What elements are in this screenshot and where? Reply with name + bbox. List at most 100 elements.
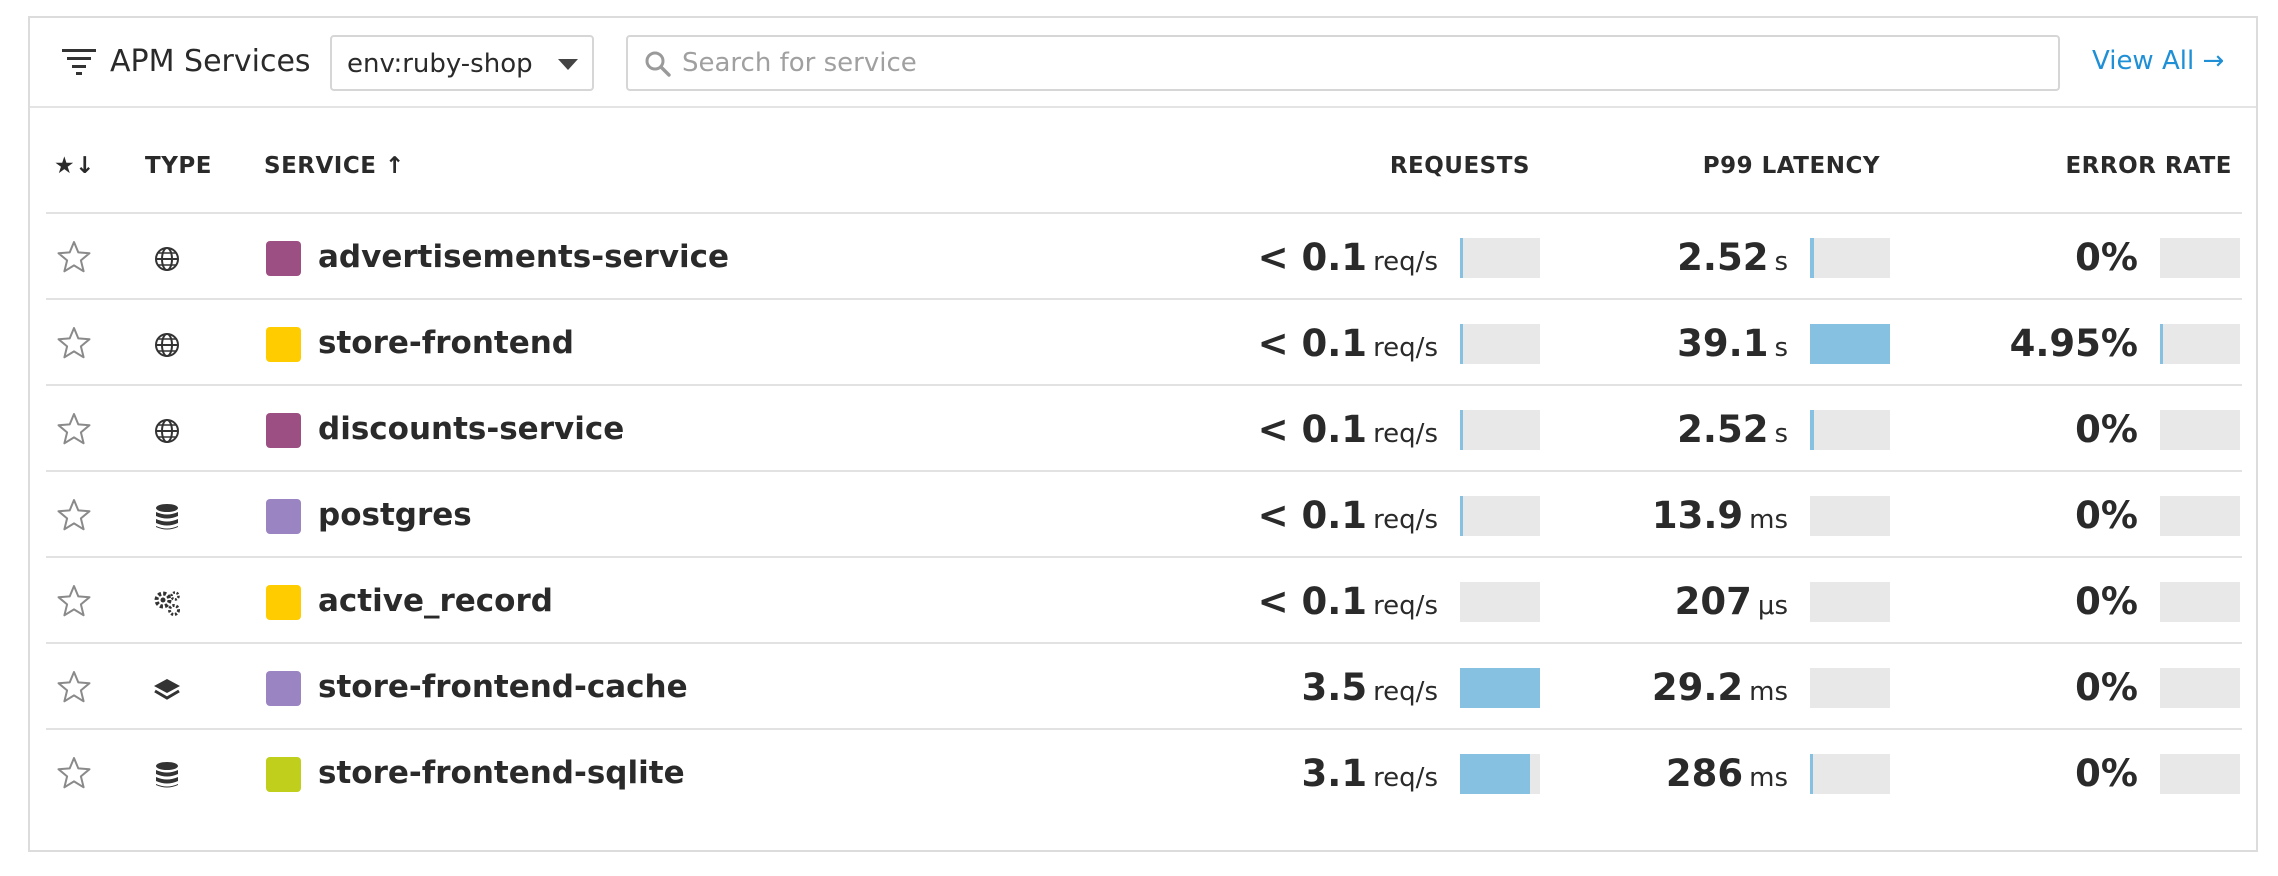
globe-icon <box>155 419 179 443</box>
globe-icon <box>155 333 179 357</box>
star-icon[interactable] <box>56 669 92 705</box>
service-row[interactable]: active_record < 0.1 req/s 207 μs 0% <box>46 558 2242 644</box>
latency-value: 29.2 ms <box>1652 666 1788 717</box>
service-table-body: advertisements-service < 0.1 req/s 2.52 s … <box>46 214 2242 816</box>
requests-header[interactable]: REQUESTS <box>1390 150 1530 182</box>
service-name[interactable]: postgres <box>318 496 472 534</box>
requests-unit: req/s <box>1373 419 1438 449</box>
requests-bar <box>1460 410 1540 450</box>
latency-number: 29.2 <box>1651 666 1744 709</box>
latency-unit: s <box>1774 247 1788 277</box>
service-row[interactable]: store-frontend < 0.1 req/s 39.1 s 4.95% <box>46 300 2242 386</box>
latency-value: 39.1 s <box>1677 322 1788 373</box>
service-name[interactable]: store-frontend-sqlite <box>318 754 685 792</box>
error-rate-bar <box>2160 582 2240 622</box>
requests-unit: req/s <box>1373 247 1438 277</box>
requests-bar <box>1460 582 1540 622</box>
requests-number: < 0.1 <box>1257 580 1368 623</box>
requests-number: 3.5 <box>1301 666 1368 709</box>
star-icon[interactable] <box>56 755 92 791</box>
search-input[interactable] <box>682 45 2022 81</box>
latency-bar <box>1810 410 1890 450</box>
error-rate-value: 0% <box>2075 236 2138 287</box>
error-rate-bar <box>2160 238 2240 278</box>
requests-number: < 0.1 <box>1257 236 1368 279</box>
service-search[interactable] <box>626 35 2060 91</box>
star-icon[interactable] <box>56 239 92 275</box>
requests-value: 3.1 req/s <box>1302 752 1438 803</box>
latency-number: 2.52 <box>1677 408 1769 451</box>
error-rate-value: 0% <box>2075 580 2138 631</box>
latency-number: 207 <box>1674 580 1752 623</box>
requests-bar <box>1460 754 1540 794</box>
latency-value: 207 μs <box>1675 580 1788 631</box>
service-name[interactable]: advertisements-service <box>318 238 729 276</box>
service-row[interactable]: store-frontend-cache 3.5 req/s 29.2 ms 0% <box>46 644 2242 730</box>
error-rate-bar <box>2160 496 2240 536</box>
favorite-sort-header[interactable]: ★↓ <box>54 150 95 182</box>
service-color-swatch <box>266 327 301 362</box>
p99-latency-header[interactable]: P99 LATENCY <box>1703 150 1880 182</box>
latency-unit: ms <box>1749 505 1788 535</box>
latency-number: 39.1 <box>1677 322 1769 365</box>
requests-unit: req/s <box>1373 333 1438 363</box>
latency-value: 13.9 ms <box>1652 494 1788 545</box>
service-color-swatch <box>266 499 301 534</box>
env-dropdown-value: env:ruby-shop <box>347 49 533 79</box>
layers-icon <box>154 679 180 700</box>
latency-unit: s <box>1774 419 1788 449</box>
requests-unit: req/s <box>1373 677 1438 707</box>
latency-number: 13.9 <box>1651 494 1744 537</box>
error-rate-header[interactable]: ERROR RATE <box>2065 150 2232 182</box>
service-row[interactable]: discounts-service < 0.1 req/s 2.52 s 0% <box>46 386 2242 472</box>
service-row[interactable]: advertisements-service < 0.1 req/s 2.52 s … <box>46 214 2242 300</box>
error-rate-value: 0% <box>2075 408 2138 459</box>
requests-bar <box>1460 668 1540 708</box>
service-header[interactable]: SERVICE ↑ <box>264 150 405 182</box>
view-all-link[interactable]: View All → <box>2092 45 2224 77</box>
latency-unit: s <box>1774 333 1788 363</box>
panel-header: APM Services env:ruby-shop View All → <box>30 18 2256 108</box>
error-rate-number: 0% <box>2075 494 2138 537</box>
star-icon[interactable] <box>56 583 92 619</box>
filter-icon[interactable] <box>62 47 96 77</box>
requests-bar <box>1460 238 1540 278</box>
error-rate-number: 0% <box>2075 408 2138 451</box>
service-color-swatch <box>266 757 301 792</box>
latency-value: 2.52 s <box>1677 236 1788 287</box>
requests-number: < 0.1 <box>1257 322 1368 365</box>
requests-bar <box>1460 496 1540 536</box>
requests-value: < 0.1 req/s <box>1258 580 1438 631</box>
latency-unit: ms <box>1749 763 1788 793</box>
error-rate-bar <box>2160 754 2240 794</box>
requests-value: < 0.1 req/s <box>1258 322 1438 373</box>
panel-title: APM Services <box>110 44 311 79</box>
error-rate-bar <box>2160 410 2240 450</box>
requests-value: 3.5 req/s <box>1302 666 1438 717</box>
latency-bar <box>1810 668 1890 708</box>
service-row[interactable]: store-frontend-sqlite 3.1 req/s 286 ms 0% <box>46 730 2242 816</box>
env-dropdown[interactable]: env:ruby-shop <box>330 35 594 91</box>
service-name[interactable]: store-frontend <box>318 324 574 362</box>
error-rate-value: 0% <box>2075 666 2138 717</box>
latency-bar <box>1810 496 1890 536</box>
star-icon[interactable] <box>56 325 92 361</box>
service-name[interactable]: store-frontend-cache <box>318 668 688 706</box>
service-name[interactable]: active_record <box>318 582 553 620</box>
type-header[interactable]: TYPE <box>145 150 212 182</box>
gears-icon <box>154 591 180 616</box>
latency-number: 2.52 <box>1677 236 1769 279</box>
latency-unit: μs <box>1757 591 1788 621</box>
error-rate-number: 4.95% <box>2009 322 2138 365</box>
service-row[interactable]: postgres < 0.1 req/s 13.9 ms 0% <box>46 472 2242 558</box>
latency-bar <box>1810 238 1890 278</box>
latency-number: 286 <box>1665 752 1744 795</box>
service-name[interactable]: discounts-service <box>318 410 624 448</box>
error-rate-bar <box>2160 668 2240 708</box>
requests-number: < 0.1 <box>1257 408 1368 451</box>
star-icon[interactable] <box>56 411 92 447</box>
latency-value: 286 ms <box>1666 752 1788 803</box>
star-icon[interactable] <box>56 497 92 533</box>
error-rate-number: 0% <box>2075 752 2138 795</box>
requests-value: < 0.1 req/s <box>1258 408 1438 459</box>
